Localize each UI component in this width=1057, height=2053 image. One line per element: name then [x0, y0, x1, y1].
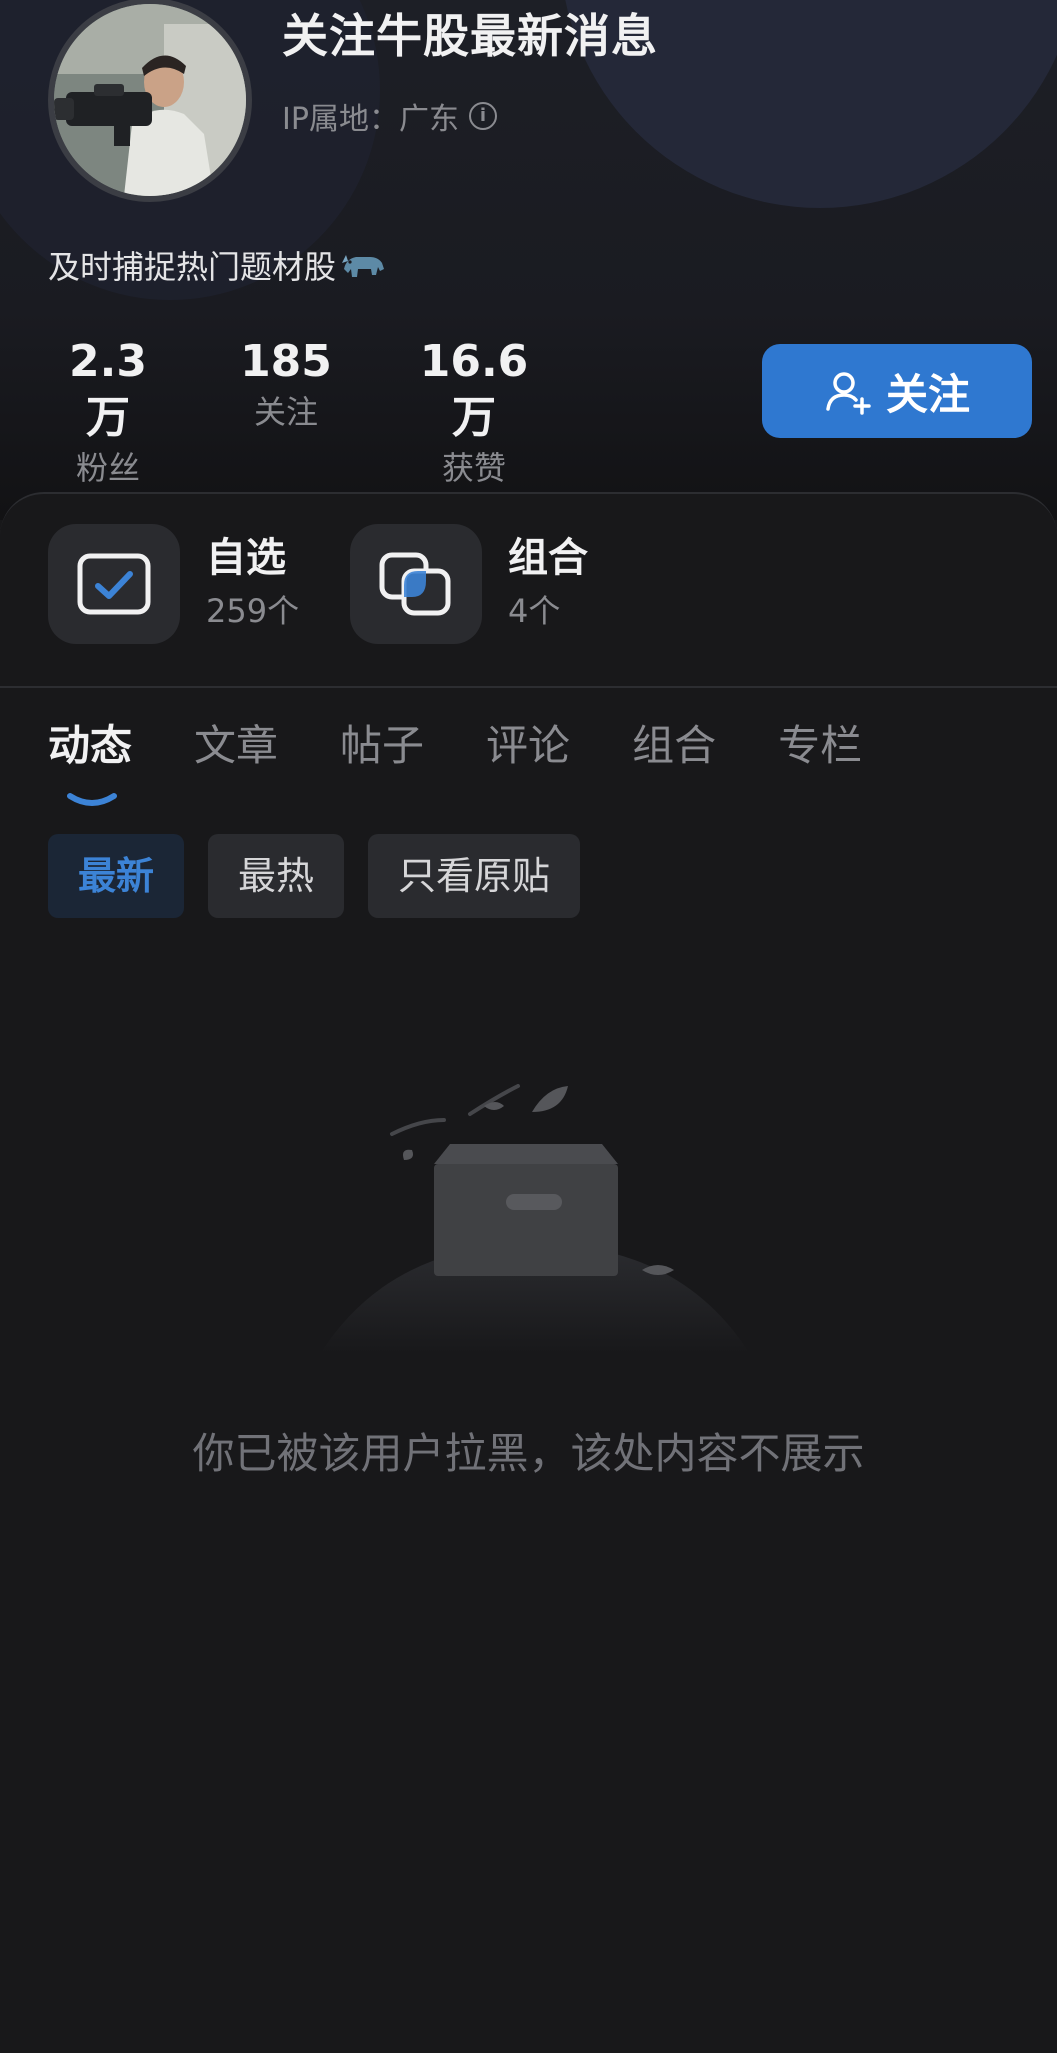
add-user-icon [826, 372, 871, 415]
checkbox-icon [77, 553, 151, 615]
stat-following[interactable]: 185 关注 [236, 334, 336, 434]
stat-fans-label: 粉丝 [75, 449, 140, 487]
tab-comments[interactable]: 评论 [486, 714, 570, 778]
shortcut-portfolio-icon-box [350, 524, 482, 644]
shortcut-portfolio-title: 组合 [508, 535, 588, 581]
shortcut-watchlist[interactable]: 自选 259个 [48, 524, 299, 644]
tab-comments-label: 评论 [486, 721, 571, 770]
shortcut-watchlist-title: 自选 [206, 535, 286, 581]
bio: 及时捕捉热门题材股 [48, 242, 386, 288]
content-card: 自选 259个 组合 4个 动态 文章 帖子 评论 组合 专栏 最新 最热 只看… [0, 492, 1057, 2053]
tab-posts[interactable]: 帖子 [340, 714, 424, 778]
shortcut-portfolio-count: 4个 [508, 592, 561, 630]
info-icon[interactable]: i [468, 102, 497, 130]
filter-chips: 最新 最热 只看原贴 [48, 834, 581, 918]
stat-fans[interactable]: 2.3万 粉丝 [48, 334, 168, 490]
avatar-photo [54, 4, 246, 196]
tab-portfolios[interactable]: 组合 [632, 714, 716, 778]
tab-columns[interactable]: 专栏 [778, 714, 862, 778]
filter-hottest[interactable]: 最热 [208, 834, 345, 918]
follow-button[interactable]: 关注 [762, 344, 1032, 438]
filter-latest[interactable]: 最新 [48, 834, 185, 918]
shortcut-watchlist-count: 259个 [206, 592, 300, 630]
stat-following-value: 185 [240, 336, 332, 387]
stat-likes-label: 获赞 [441, 449, 506, 487]
empty-box-icon [320, 1084, 750, 1354]
tab-portfolios-label: 组合 [632, 721, 717, 770]
shortcut-portfolio[interactable]: 组合 4个 [350, 524, 588, 644]
stat-fans-value: 2.3万 [69, 336, 147, 443]
bio-text: 及时捕捉热门题材股 [48, 248, 337, 286]
filter-original-only[interactable]: 只看原贴 [368, 834, 581, 918]
content-tabs: 动态 文章 帖子 评论 组合 专栏 [48, 714, 924, 806]
follow-button-label: 关注 [885, 369, 970, 419]
stat-following-label: 关注 [253, 393, 318, 431]
overlap-squares-icon [379, 552, 451, 616]
ip-location: IP属地：广东 i [282, 94, 497, 138]
tab-posts-label: 帖子 [340, 721, 425, 770]
shortcut-watchlist-icon-box [48, 524, 180, 644]
rhino-icon [342, 255, 385, 277]
empty-state-message: 你已被该用户拉黑，该处内容不展示 [192, 1429, 865, 1478]
profile-header: 关注牛股最新消息 IP属地：广东 i 及时捕捉热门题材股 2.3万 粉丝 185… [0, 0, 1057, 520]
active-tab-indicator [67, 793, 117, 806]
username: 关注牛股最新消息 [282, 9, 658, 63]
tab-dynamics[interactable]: 动态 [48, 714, 133, 806]
stat-likes-value: 16.6万 [419, 336, 529, 443]
tab-articles[interactable]: 文章 [194, 714, 278, 778]
tab-dynamics-label: 动态 [48, 721, 133, 770]
avatar[interactable] [48, 0, 252, 202]
ip-location-label: IP属地：广东 [282, 102, 459, 137]
tab-columns-label: 专栏 [778, 721, 863, 770]
stat-likes[interactable]: 16.6万 获赞 [398, 334, 550, 490]
tab-articles-label: 文章 [194, 721, 279, 770]
section-divider [0, 686, 1057, 688]
